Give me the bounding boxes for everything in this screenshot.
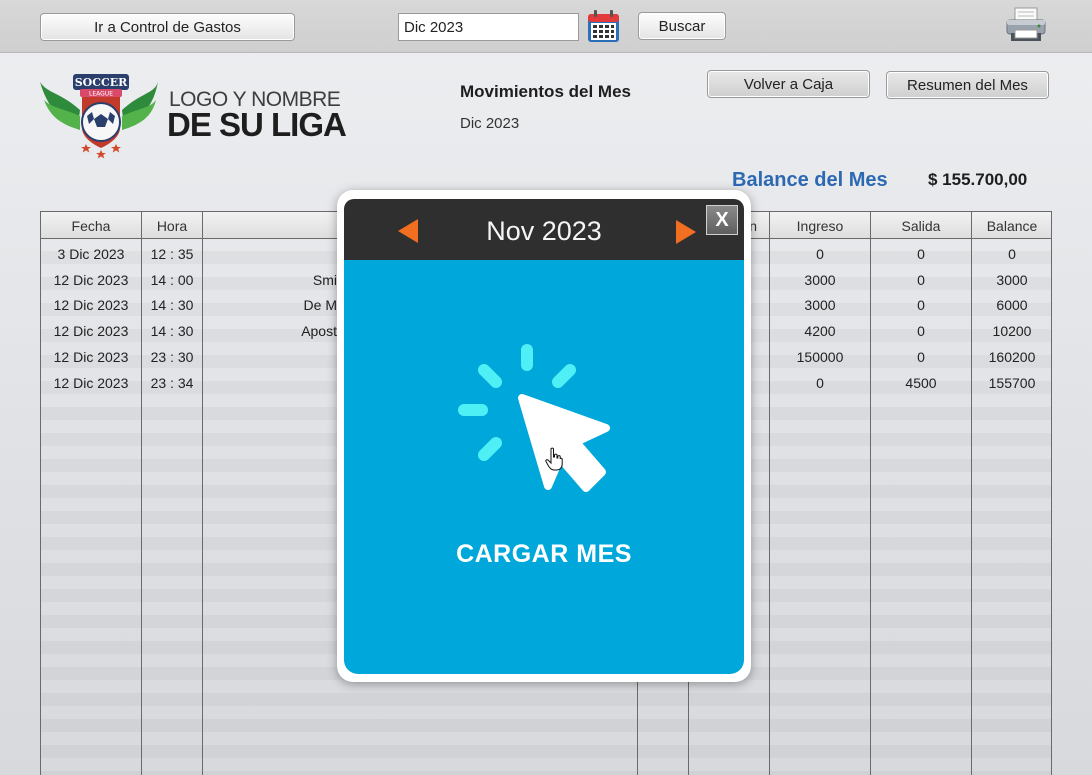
cell-salida: 0 xyxy=(917,246,925,262)
column-header-hora[interactable]: Hora xyxy=(142,212,202,239)
load-month-button[interactable]: CARGAR MES xyxy=(344,260,744,674)
cell-description xyxy=(203,241,337,267)
cell-description xyxy=(203,370,337,396)
cell-salida: 0 xyxy=(917,349,925,365)
cell-balance: 6000 xyxy=(996,297,1028,313)
load-month-label: CARGAR MES xyxy=(456,540,632,568)
svg-text:LEAGUE: LEAGUE xyxy=(89,91,113,98)
cell-fecha: 12 Dic 2023 xyxy=(53,349,129,365)
cell-salida: 4500 xyxy=(905,375,937,391)
cell-balance: 0 xyxy=(1008,246,1016,262)
click-cursor-icon xyxy=(458,344,610,492)
cell-hora: 23 : 34 xyxy=(150,375,194,391)
printer-icon[interactable] xyxy=(1005,6,1047,44)
column-header-salida[interactable]: Salida xyxy=(871,212,971,239)
top-toolbar: Ir a Control de Gastos Buscar xyxy=(0,0,1092,53)
column-header-balance[interactable]: Balance xyxy=(972,212,1052,239)
cell-hora: 12 : 35 xyxy=(150,246,194,262)
search-button[interactable]: Buscar xyxy=(638,12,726,40)
cell-fecha: 12 Dic 2023 xyxy=(53,323,129,339)
cell-hora: 14 : 00 xyxy=(150,272,194,288)
cell-description: Apost xyxy=(301,323,337,339)
league-logo: SOCCER LEAGUE xyxy=(40,74,158,159)
cell-balance: 160200 xyxy=(988,349,1036,365)
cell-fecha: 12 Dic 2023 xyxy=(53,272,129,288)
cell-fecha: 12 Dic 2023 xyxy=(53,297,129,313)
back-to-cash-button[interactable]: Volver a Caja xyxy=(707,70,870,98)
cell-hora: 14 : 30 xyxy=(150,323,194,339)
cell-ingreso: 3000 xyxy=(804,297,836,313)
cell-ingreso: 3000 xyxy=(804,272,836,288)
column-header-ingreso[interactable]: Ingreso xyxy=(770,212,870,239)
dialog-header: Nov 2023 X xyxy=(344,199,744,260)
cell-ingreso: 150000 xyxy=(796,349,844,365)
month-picker-dialog: Nov 2023 X CARGAR MES xyxy=(337,190,751,682)
month-search-input[interactable] xyxy=(398,13,579,41)
svg-text:SOCCER: SOCCER xyxy=(75,76,128,89)
cell-salida: 0 xyxy=(917,297,925,313)
cell-hora: 14 : 30 xyxy=(150,297,194,313)
balance-label: Balance del Mes xyxy=(732,169,888,191)
close-button[interactable]: X xyxy=(706,205,738,235)
cell-balance: 10200 xyxy=(992,323,1032,339)
cell-balance: 155700 xyxy=(988,375,1036,391)
cell-fecha: 3 Dic 2023 xyxy=(57,246,125,262)
cell-description: Smi xyxy=(312,272,337,288)
balance-value: $ 155.700,00 xyxy=(928,170,1028,189)
go-to-expenses-button[interactable]: Ir a Control de Gastos xyxy=(40,13,295,41)
cell-description xyxy=(203,344,337,370)
cell-ingreso: 4200 xyxy=(804,323,836,339)
month-summary-button[interactable]: Resumen del Mes xyxy=(886,71,1049,99)
next-month-arrow-icon[interactable] xyxy=(674,219,698,245)
cell-balance: 3000 xyxy=(996,272,1028,288)
hand-pointer-icon xyxy=(545,447,563,471)
league-name-line2: DE SU LIGA xyxy=(167,106,347,143)
cell-description: De M xyxy=(303,297,337,313)
calendar-icon[interactable] xyxy=(586,9,621,44)
cell-salida: 0 xyxy=(917,272,925,288)
cell-ingreso: 0 xyxy=(816,375,824,391)
cell-hora: 23 : 30 xyxy=(150,349,194,365)
column-header-fecha[interactable]: Fecha xyxy=(41,212,141,239)
page-title: Movimientos del Mes xyxy=(460,82,631,101)
cell-fecha: 12 Dic 2023 xyxy=(53,375,129,391)
cell-salida: 0 xyxy=(917,323,925,339)
cell-ingreso: 0 xyxy=(816,246,824,262)
page-subtitle: Dic 2023 xyxy=(460,115,520,132)
